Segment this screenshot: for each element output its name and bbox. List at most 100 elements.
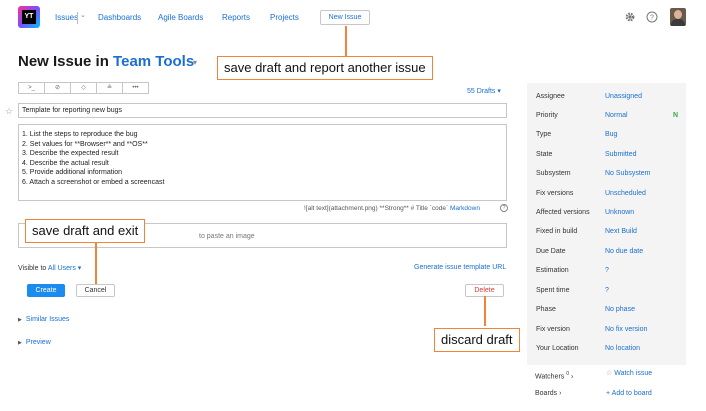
visibility-value: All Users (47, 265, 76, 272)
description-textarea[interactable]: 1. List the steps to reproduce the bug 2… (18, 124, 507, 201)
cancel-button[interactable]: Cancel (76, 284, 115, 297)
similar-issues-toggle[interactable]: ▶ Similar Issues (18, 316, 69, 323)
caret-right-icon: ▶ (18, 340, 22, 346)
nav-dashboards[interactable]: Dashboards (98, 13, 141, 22)
gear-icon[interactable] (624, 11, 636, 23)
avatar-body (671, 19, 685, 26)
field-value-type[interactable]: Bug (605, 131, 617, 138)
field-value-due-date[interactable]: No due date (605, 248, 643, 255)
field-label-subsystem: Subsystem (536, 170, 571, 177)
command-icon[interactable]: >_ (18, 82, 45, 94)
priority-badge: N (673, 112, 679, 119)
description-line: 4. Describe the actual result (22, 159, 109, 167)
description-line: 2. Set values for **Browser** and **OS** (22, 140, 148, 148)
preview-label: Preview (25, 339, 51, 346)
field-value-subsystem[interactable]: No Subsystem (605, 170, 651, 177)
issue-fields-panel: Assignee Unassigned Priority Normal Type… (527, 83, 686, 365)
description-line: 6. Attach a screenshot or embed a screen… (22, 178, 165, 186)
project-dropdown-icon[interactable]: ▾ (193, 58, 197, 67)
nav-divider (77, 12, 78, 24)
markdown-link[interactable]: Markdown (450, 205, 480, 212)
user-avatar[interactable] (670, 8, 686, 26)
similar-issues-label: Similar Issues (25, 316, 70, 323)
chevron-down-icon[interactable]: ⌄ (80, 11, 86, 19)
dropzone-text: to paste an image (199, 233, 255, 240)
field-value-phase[interactable]: No phase (605, 306, 635, 313)
nav-reports[interactable]: Reports (222, 13, 250, 22)
avatar-face (674, 10, 682, 19)
field-value-spent-time[interactable]: ? (605, 287, 609, 294)
generate-template-link[interactable]: Generate issue template URL (414, 264, 506, 271)
field-value-priority[interactable]: Normal (605, 112, 628, 119)
tag-icon[interactable]: ◇ (70, 82, 97, 94)
field-value-estimation[interactable]: ? (605, 267, 609, 274)
field-value-fix-versions[interactable]: Unscheduled (605, 190, 646, 197)
drafts-dropdown[interactable]: 55 Drafts ▾ (467, 87, 501, 95)
watchers-count: 0 (566, 371, 570, 377)
editor-toolbar: >_ ⊘ ◇ ≗ ••• (18, 82, 149, 94)
more-options-icon[interactable]: ••• (122, 82, 149, 94)
page-title-prefix: New Issue in (18, 53, 114, 70)
nav-agile-boards[interactable]: Agile Boards (158, 13, 203, 22)
callout-connector (484, 296, 486, 326)
star-icon[interactable]: ☆ (5, 106, 13, 117)
description-line: 1. List the steps to reproduce the bug (22, 131, 138, 138)
attach-file-icon[interactable]: ⊘ (44, 82, 71, 94)
field-label-fix-version: Fix version (536, 326, 570, 333)
callout-connector (345, 26, 347, 56)
logo-text: YT (22, 10, 36, 24)
callout-save-draft-exit: save draft and exit (25, 219, 146, 243)
field-label-spent-time: Spent time (536, 287, 570, 294)
field-value-fix-version[interactable]: No fix version (605, 326, 647, 333)
field-value-assignee[interactable]: Unassigned (605, 93, 642, 100)
summary-input[interactable]: Template for reporting new bugs (18, 103, 507, 118)
visible-to-label: Visible to (18, 265, 47, 272)
field-value-affected-versions[interactable]: Unknown (605, 209, 634, 216)
field-value-your-location[interactable]: No location (605, 345, 640, 352)
star-icon: ☆ (606, 370, 613, 377)
field-value-state[interactable]: Submitted (605, 151, 637, 158)
markdown-hint: ![alt text](attachment.png) **Strong** #… (304, 205, 480, 212)
page-title: New Issue in Team Tools (18, 53, 194, 70)
boards-label: Boards (535, 390, 558, 397)
watchers-label: Watchers (535, 373, 565, 381)
markdown-help-icon[interactable]: ? (500, 204, 508, 212)
add-to-board-link[interactable]: + Add to board (606, 390, 652, 397)
watch-issue-label: Watch issue (614, 370, 653, 377)
field-label-fix-versions: Fix versions (536, 190, 574, 197)
callout-connector (95, 243, 97, 287)
youtrack-logo[interactable]: YT (18, 6, 40, 28)
field-label-fixed-in-build: Fixed in build (536, 228, 578, 235)
visibility-icon[interactable]: ≗ (96, 82, 123, 94)
top-navigation-bar: YT Issues ⌄ Dashboards Agile Boards Repo… (0, 0, 706, 36)
add-to-board-label: Add to board (611, 390, 652, 397)
project-selector[interactable]: Team Tools (113, 53, 194, 70)
plus-icon: + (606, 390, 611, 397)
new-issue-button[interactable]: New Issue (320, 10, 370, 25)
svg-text:?: ? (650, 15, 654, 22)
field-label-assignee: Assignee (536, 93, 565, 100)
field-label-priority: Priority (536, 112, 558, 119)
create-button[interactable]: Create (27, 284, 65, 297)
preview-toggle[interactable]: ▶ Preview (18, 339, 51, 346)
boards-toggle[interactable]: Boards › (535, 390, 561, 397)
field-label-due-date: Due Date (536, 248, 566, 255)
caret-right-icon: ▶ (18, 317, 22, 323)
callout-save-draft-report: save draft and report another issue (217, 56, 433, 80)
visibility-selector[interactable]: All Users ▾ (48, 265, 81, 272)
field-label-affected-versions: Affected versions (536, 209, 590, 216)
callout-discard-draft: discard draft (434, 328, 520, 352)
field-label-estimation: Estimation (536, 267, 569, 274)
help-icon[interactable]: ? (646, 11, 658, 23)
watchers-toggle[interactable]: Watchers 0 › (535, 371, 573, 380)
field-value-fixed-in-build[interactable]: Next Build (605, 228, 637, 235)
field-label-state: State (536, 151, 553, 158)
description-line: 5. Provide additional information (22, 169, 123, 177)
field-label-phase: Phase (536, 306, 556, 313)
field-label-type: Type (536, 131, 552, 138)
watch-issue-link[interactable]: ☆ Watch issue (606, 369, 652, 377)
nav-projects[interactable]: Projects (270, 13, 299, 22)
visibility-row: Visible to All Users ▾ (18, 264, 81, 272)
nav-issues[interactable]: Issues (55, 13, 78, 22)
markdown-syntax-hint: ![alt text](attachment.png) **Strong** #… (304, 205, 449, 212)
